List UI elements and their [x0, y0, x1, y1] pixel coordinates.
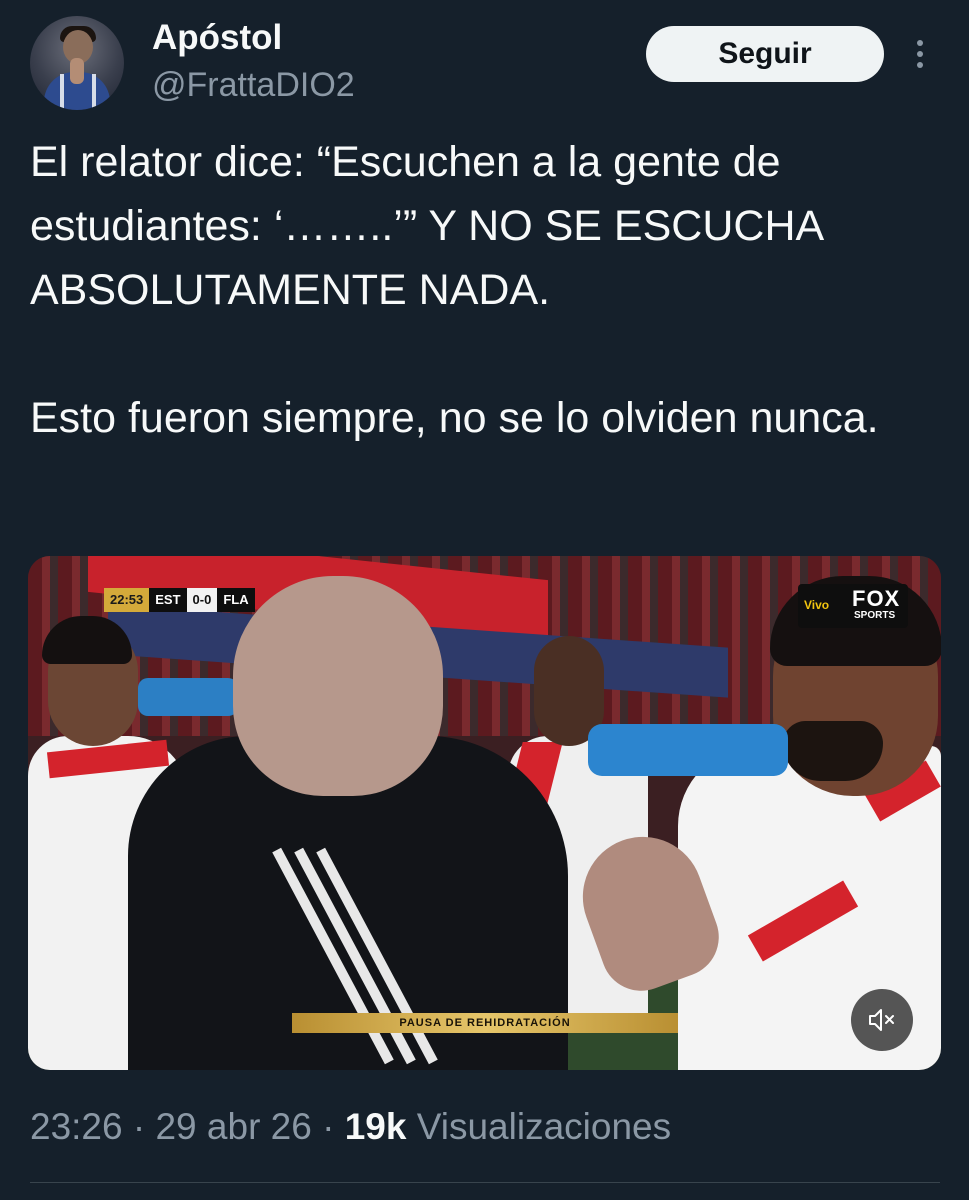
tweet-meta: 23:26 · 29 abr 26 · 19k Visualizaciones [30, 1106, 671, 1148]
broadcaster-sub: SPORTS [854, 610, 896, 621]
volume-mute-icon[interactable] [851, 989, 913, 1051]
broadcaster-name: FOX [852, 586, 901, 611]
tweet-text: El relator dice: “Escuchen a la gente de… [30, 130, 930, 450]
tweet-time[interactable]: 23:26 [30, 1106, 123, 1147]
video-player[interactable]: 22:53 EST 0-0 FLA Vivo FOX SPORTS PAUSA … [28, 556, 941, 1070]
views-count: 19k [344, 1106, 407, 1147]
scorebug: 22:53 EST 0-0 FLA [104, 588, 255, 612]
author-display-name[interactable]: Apóstol [152, 18, 282, 58]
tweet-date[interactable]: 29 abr 26 [155, 1106, 311, 1147]
away-team: FLA [217, 588, 255, 612]
tweet-paragraph: El relator dice: “Escuchen a la gente de… [30, 138, 822, 314]
broadcast-caption: PAUSA DE REHIDRATACIÓN [292, 1013, 678, 1033]
follow-button[interactable]: Seguir [646, 26, 884, 82]
divider [30, 1182, 940, 1183]
meta-separator: · [311, 1106, 345, 1147]
tweet-header: Apóstol @FrattaDIO2 Seguir [30, 16, 940, 116]
match-clock: 22:53 [104, 588, 150, 612]
tweet-paragraph: Esto fueron siempre, no se lo olviden nu… [30, 394, 879, 442]
views-label: Visualizaciones [416, 1106, 672, 1147]
meta-separator: · [122, 1106, 156, 1147]
broadcaster-logo: Vivo FOX SPORTS [798, 584, 908, 628]
sponsor-label: Vivo [804, 598, 830, 612]
avatar[interactable] [30, 16, 124, 110]
author-handle[interactable]: @FrattaDIO2 [152, 66, 355, 105]
home-team: EST [149, 588, 187, 612]
more-vertical-icon[interactable] [910, 36, 930, 76]
match-score: 0-0 [186, 588, 218, 612]
